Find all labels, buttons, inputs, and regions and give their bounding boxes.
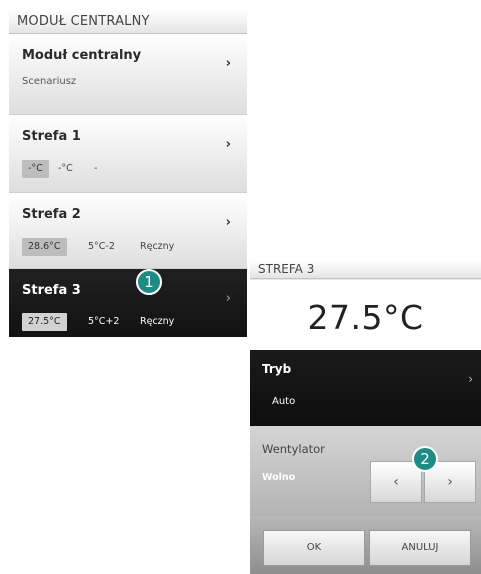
callout-badge-2: 2	[412, 446, 438, 472]
panel-title: MODUŁ CENTRALNY	[9, 11, 247, 34]
central-module-name: Moduł centralny	[22, 48, 142, 63]
temperature-display: 27.5°C	[250, 280, 481, 350]
chevron-right-icon: ›	[225, 215, 231, 230]
fan-label: Wentylator	[262, 442, 325, 456]
zone-mode: -	[94, 163, 98, 174]
zone-detail-panel: STREFA 3 27.5°C Tryb Auto › Wentylator W…	[250, 261, 481, 574]
zone-temperature: -°C	[22, 160, 49, 178]
action-bar: OK ANULUJ	[250, 516, 481, 574]
fan-speed-value: Wolno	[262, 472, 296, 483]
mode-row[interactable]: Tryb Auto ›	[250, 350, 481, 426]
zone-temperature: 28.6°C	[22, 238, 67, 256]
ok-button[interactable]: OK	[263, 530, 365, 566]
zone-name: Strefa 1	[22, 129, 81, 144]
chevron-right-icon: ›	[225, 291, 231, 306]
central-module-row[interactable]: Moduł centralny Scenariusz ›	[9, 34, 247, 115]
cancel-button[interactable]: ANULUJ	[369, 530, 471, 566]
mode-label: Tryb	[262, 362, 292, 376]
mode-value: Auto	[272, 396, 296, 407]
zone-name: Strefa 2	[22, 207, 81, 222]
chevron-right-icon: ›	[225, 56, 231, 71]
zone-row-2[interactable]: Strefa 2 › 28.6°C 5°C-2 Ręczny	[9, 193, 247, 269]
central-module-panel: MODUŁ CENTRALNY Moduł centralny Scenariu…	[9, 11, 247, 337]
zone-row-1[interactable]: Strefa 1 › -°C -°C -	[9, 115, 247, 193]
zone-detail-title: STREFA 3	[250, 261, 481, 279]
callout-badge-1: 1	[136, 269, 162, 295]
zone-mode: Ręczny	[140, 316, 175, 327]
chevron-right-icon: ›	[225, 137, 231, 152]
zone-name: Strefa 3	[22, 283, 81, 298]
chevron-right-icon: ›	[468, 372, 473, 386]
zone-setpoint: -°C	[58, 163, 73, 174]
fan-row: Wentylator Wolno ‹ ›	[250, 426, 481, 516]
zone-temperature: 27.5°C	[22, 313, 67, 331]
zone-setpoint: 5°C-2	[88, 241, 115, 252]
zone-row-3[interactable]: Strefa 3 › 27.5°C 5°C+2 Ręczny	[9, 269, 247, 337]
central-module-scenario: Scenariusz	[22, 76, 77, 87]
zone-mode: Ręczny	[140, 241, 175, 252]
zone-setpoint: 5°C+2	[88, 316, 120, 327]
